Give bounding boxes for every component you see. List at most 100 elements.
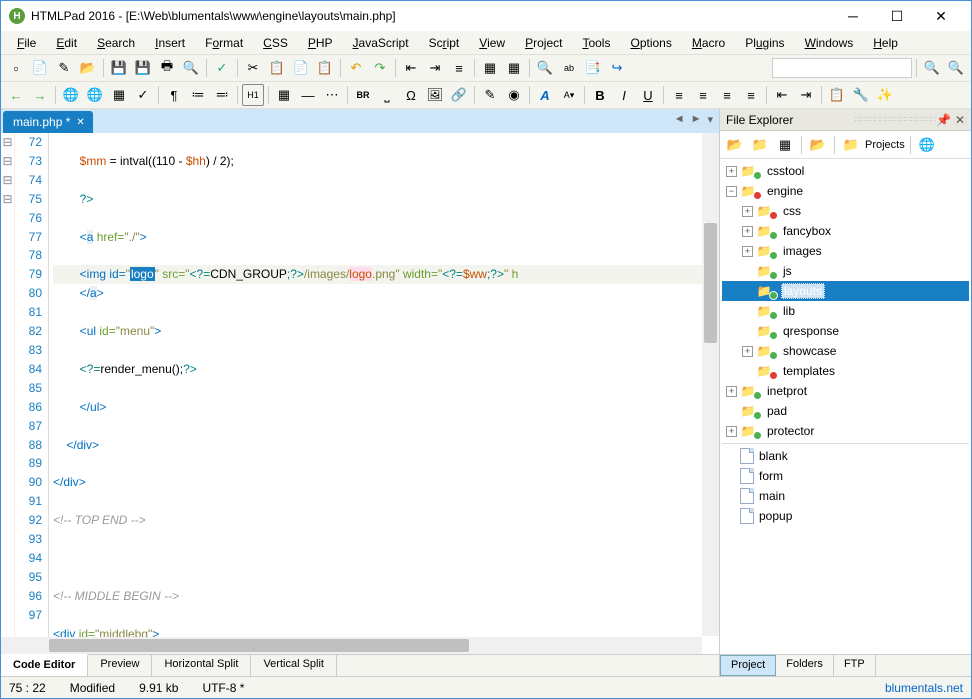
- open-folder-icon[interactable]: 📂: [807, 134, 829, 156]
- validate-icon[interactable]: ✓: [132, 84, 154, 106]
- status-encoding[interactable]: UTF-8 *: [202, 681, 244, 695]
- undo-icon[interactable]: ↶: [345, 57, 367, 79]
- menu-format[interactable]: Format: [197, 34, 251, 52]
- menu-windows[interactable]: Windows: [797, 34, 862, 52]
- bold-icon[interactable]: B: [589, 84, 611, 106]
- outdent-icon[interactable]: ⇤: [771, 84, 793, 106]
- paneltab-folders[interactable]: Folders: [776, 655, 834, 676]
- menu-plugins[interactable]: Plugins: [737, 34, 792, 52]
- goto-icon[interactable]: 📑: [582, 57, 604, 79]
- tab-close-icon[interactable]: ✕: [76, 117, 84, 128]
- code-editor[interactable]: ⊟⊟⊟⊟ 72737475767778798081828384858687888…: [1, 133, 719, 654]
- list-ol-icon[interactable]: ≕: [211, 84, 233, 106]
- font-size-icon[interactable]: A▾: [558, 84, 580, 106]
- paragraph-icon[interactable]: ¶: [163, 84, 185, 106]
- indent-left-icon[interactable]: ⇤: [400, 57, 422, 79]
- tree-css[interactable]: +📁css: [722, 201, 969, 221]
- hr-icon[interactable]: —: [297, 84, 319, 106]
- paneltab-project[interactable]: Project: [720, 655, 776, 676]
- color-icon[interactable]: ◉: [503, 84, 525, 106]
- panel-close-icon[interactable]: ✕: [955, 113, 965, 127]
- file-tree[interactable]: +📁csstool −📁engine +📁css +📁fancybox +📁im…: [720, 159, 971, 654]
- format-icon[interactable]: ≡: [448, 57, 470, 79]
- maximize-button[interactable]: ☐: [875, 2, 919, 30]
- search-input[interactable]: [772, 58, 912, 78]
- view-icon[interactable]: ▦: [774, 134, 796, 156]
- clipboard2-icon[interactable]: 📋: [826, 84, 848, 106]
- forward-icon[interactable]: →: [29, 84, 51, 106]
- align-center-icon[interactable]: ≡: [692, 84, 714, 106]
- save-icon[interactable]: 💾: [108, 57, 130, 79]
- tree-csstool[interactable]: +📁csstool: [722, 161, 969, 181]
- projects-label[interactable]: Projects: [865, 139, 905, 151]
- tree-fancybox[interactable]: +📁fancybox: [722, 221, 969, 241]
- viewtab-code-editor[interactable]: Code Editor: [1, 654, 88, 676]
- menu-javascript[interactable]: JavaScript: [345, 34, 417, 52]
- tab-prev-icon[interactable]: ◄: [672, 113, 687, 126]
- tree-lib[interactable]: 📁lib: [722, 301, 969, 321]
- paste-icon[interactable]: 📄: [290, 57, 312, 79]
- file-form[interactable]: form: [722, 466, 969, 486]
- menu-php[interactable]: PHP: [300, 34, 341, 52]
- tab-main-php[interactable]: main.php * ✕: [3, 111, 93, 133]
- browser-icon[interactable]: 🌐: [84, 84, 106, 106]
- copy-icon[interactable]: 📋: [266, 57, 288, 79]
- search-icon[interactable]: 🔍: [180, 57, 202, 79]
- preview-icon[interactable]: ▦: [108, 84, 130, 106]
- link-icon[interactable]: 🔗: [448, 84, 470, 106]
- tree-images[interactable]: +📁images: [722, 241, 969, 261]
- tree-layouts[interactable]: 📁layouts: [722, 281, 969, 301]
- bookmark-icon[interactable]: ↪: [606, 57, 628, 79]
- menu-edit[interactable]: Edit: [48, 34, 85, 52]
- replace-icon[interactable]: ab: [558, 57, 580, 79]
- new-doc-icon[interactable]: 📄: [29, 57, 51, 79]
- file-blank[interactable]: blank: [722, 446, 969, 466]
- indent-icon[interactable]: ⇥: [795, 84, 817, 106]
- minimize-button[interactable]: ─: [831, 2, 875, 30]
- tree-js[interactable]: 📁js: [722, 261, 969, 281]
- image-icon[interactable]: 🖼: [424, 84, 446, 106]
- code-content[interactable]: $mm = intval((110 - $hh) / 2); ?> <a hre…: [49, 133, 719, 654]
- menu-script[interactable]: Script: [421, 34, 468, 52]
- refresh-icon[interactable]: 📁: [749, 134, 771, 156]
- globe-icon[interactable]: 🌐: [60, 84, 82, 106]
- grid-icon[interactable]: ▦: [503, 57, 525, 79]
- table-icon[interactable]: ▦: [479, 57, 501, 79]
- find-icon[interactable]: 🔍: [534, 57, 556, 79]
- cut-icon[interactable]: ✂: [242, 57, 264, 79]
- status-url[interactable]: blumentals.net: [885, 681, 963, 695]
- indent-right-icon[interactable]: ⇥: [424, 57, 446, 79]
- highlight-icon[interactable]: ✎: [479, 84, 501, 106]
- menu-view[interactable]: View: [471, 34, 513, 52]
- close-button[interactable]: ✕: [919, 2, 963, 30]
- new-file-icon[interactable]: ▫: [5, 57, 27, 79]
- folder-up-icon[interactable]: 📂: [724, 134, 746, 156]
- tree-inetprot[interactable]: +📁inetprot: [722, 381, 969, 401]
- back-icon[interactable]: ←: [5, 84, 27, 106]
- align-justify-icon[interactable]: ≡: [740, 84, 762, 106]
- editor-hscrollbar[interactable]: [1, 637, 702, 654]
- file-popup[interactable]: popup: [722, 506, 969, 526]
- table-insert-icon[interactable]: ▦: [273, 84, 295, 106]
- menu-help[interactable]: Help: [865, 34, 906, 52]
- align-left-icon[interactable]: ≡: [668, 84, 690, 106]
- viewtab-hsplit[interactable]: Horizontal Split: [152, 655, 251, 676]
- tree-templates[interactable]: 📁templates: [722, 361, 969, 381]
- tree-qresponse[interactable]: 📁qresponse: [722, 321, 969, 341]
- menu-insert[interactable]: Insert: [147, 34, 193, 52]
- find-next-icon[interactable]: 🔍: [921, 57, 943, 79]
- find-prev-icon[interactable]: 🔍: [945, 57, 967, 79]
- paneltab-ftp[interactable]: FTP: [834, 655, 876, 676]
- open-icon[interactable]: 📂: [77, 57, 99, 79]
- fold-gutter[interactable]: ⊟⊟⊟⊟: [1, 133, 15, 654]
- italic-icon[interactable]: I: [613, 84, 635, 106]
- clipboard-icon[interactable]: 📋: [314, 57, 336, 79]
- menu-file[interactable]: File: [9, 34, 44, 52]
- comment-icon[interactable]: ⋯: [321, 84, 343, 106]
- panel-grip[interactable]: ∷∷∷∷∷∷∷∷∷∷∷∷∷∷∷∷: [855, 115, 936, 124]
- br-icon[interactable]: BR: [352, 84, 374, 106]
- menu-project[interactable]: Project: [517, 34, 570, 52]
- menu-tools[interactable]: Tools: [574, 34, 618, 52]
- tree-protector[interactable]: +📁protector: [722, 421, 969, 441]
- tree-pad[interactable]: 📁pad: [722, 401, 969, 421]
